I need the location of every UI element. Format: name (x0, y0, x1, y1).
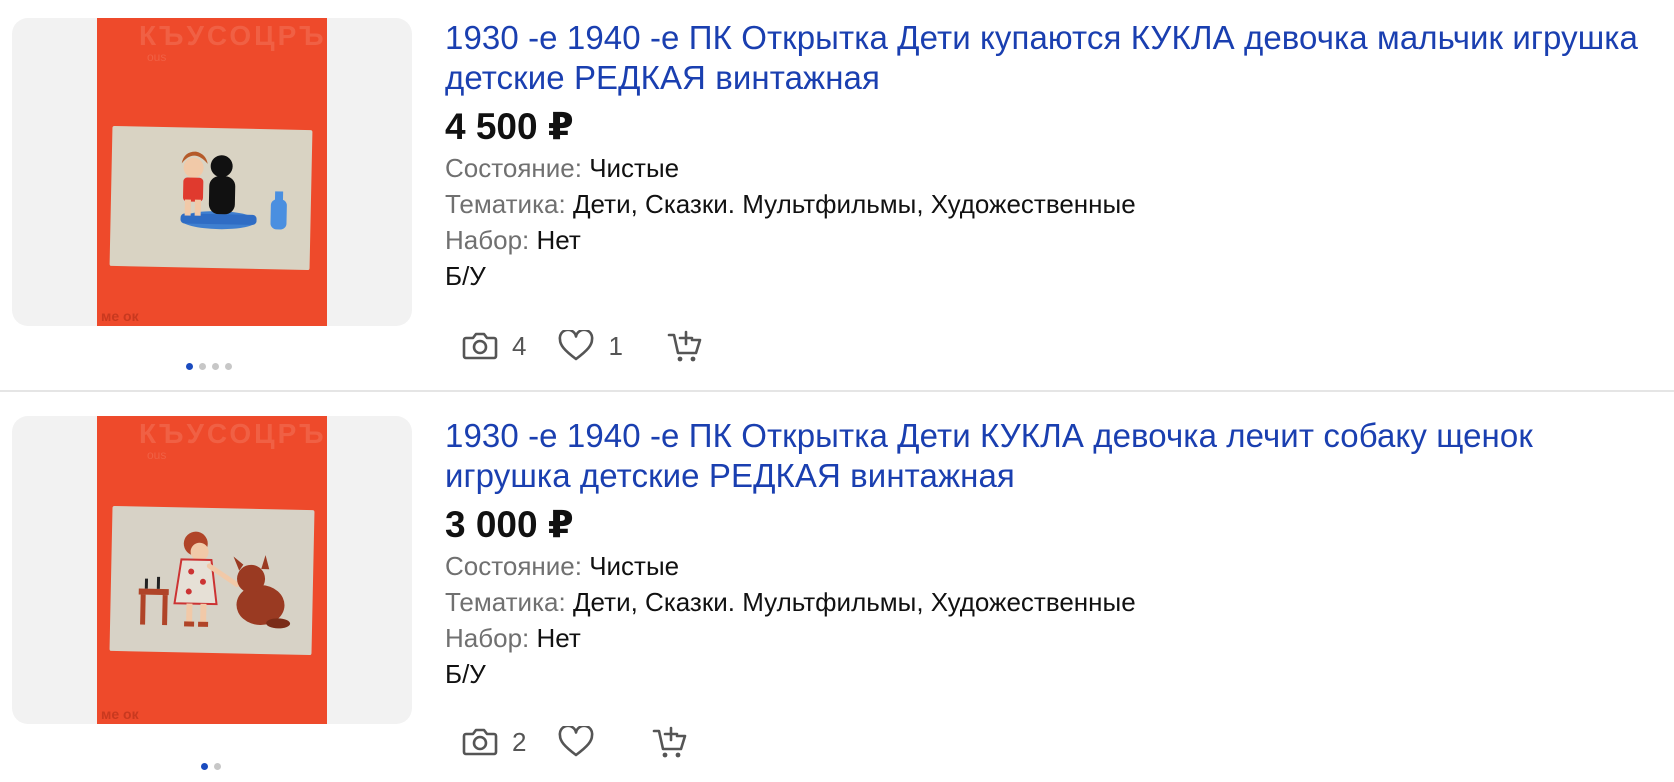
pagination-dot[interactable] (214, 763, 221, 770)
attribute-key: Состояние: (445, 153, 582, 183)
postcard-illustration (138, 531, 291, 629)
attribute-row: Тематика: Дети, Сказки. Мультфильмы, Худ… (445, 186, 1665, 222)
add-to-cart-button[interactable] (667, 329, 703, 363)
pagination-dot[interactable] (201, 763, 208, 770)
listing-info: 1930 -е 1940 -е ПК Открытка Дети КУКЛА д… (445, 416, 1665, 692)
pagination-dot[interactable] (225, 363, 232, 370)
listing-thumbnail[interactable]: КЪУСОЦРЪ ous ме ок (12, 416, 412, 724)
postcard-illustration (180, 151, 287, 230)
pagination-dot[interactable] (212, 363, 219, 370)
pagination-dot[interactable] (186, 363, 193, 370)
attribute-row: Состояние: Чистые (445, 548, 1665, 584)
listing-card: КЪУСОЦРЪ ous ме ок 1930 -е 1940 -е ПК От… (0, 392, 1674, 782)
photo-foot-text: ме ок (101, 308, 139, 324)
listing-card: КЪУСОЦРЪ ous ме ок 1930 -е 1940 -е ПК От… (0, 0, 1674, 392)
photos-button[interactable]: 4 (462, 330, 526, 362)
heart-icon (559, 330, 594, 361)
listing-info: 1930 -е 1940 -е ПК Открытка Дети купаютс… (445, 18, 1665, 294)
photo-foot-text: ме ок (101, 706, 139, 722)
listing-price: 4 500 ₽ (445, 106, 574, 147)
attribute-value: Дети, Сказки. Мультфильмы, Художественны… (572, 189, 1136, 219)
camera-icon (462, 332, 498, 360)
photo-emboss-text: КЪУСОЦРЪ (139, 418, 327, 449)
attribute-key: Тематика: (445, 189, 566, 219)
attribute-row: Набор: Нет (445, 222, 1665, 258)
attribute-key: Состояние: (445, 551, 582, 581)
photo-emboss-subtext: ous (147, 50, 167, 64)
camera-icon (462, 728, 498, 756)
photo-pagination[interactable] (186, 363, 232, 370)
attribute-key: Набор: (445, 623, 530, 653)
pagination-dot[interactable] (199, 363, 206, 370)
photos-button[interactable]: 2 (462, 726, 526, 758)
add-to-cart-icon (667, 330, 702, 362)
photo-emboss-text: КЪУСОЦРЪ (139, 20, 327, 51)
attribute-row: Тематика: Дети, Сказки. Мультфильмы, Худ… (445, 584, 1665, 620)
add-to-cart-icon (653, 726, 687, 758)
heart-icon (559, 726, 594, 757)
attribute-key: Набор: (445, 225, 530, 255)
photos-count: 2 (512, 726, 527, 757)
add-to-cart-button[interactable] (652, 725, 688, 759)
listing-title-link[interactable]: 1930 -е 1940 -е ПК Открытка Дети КУКЛА д… (445, 416, 1665, 496)
favorite-button[interactable]: 1 (558, 330, 623, 362)
likes-count: 1 (608, 330, 623, 361)
attribute-row: Состояние: Чистые (445, 150, 1665, 186)
listing-thumbnail[interactable]: КЪУСОЦРЪ ous ме ок (12, 18, 412, 326)
attribute-value: Чистые (589, 153, 680, 183)
photo-emboss-subtext: ous (147, 448, 167, 462)
listing-photo: КЪУСОЦРЪ ous ме ок (97, 18, 327, 326)
condition-label: Б/У (445, 659, 486, 689)
attribute-value: Нет (536, 225, 581, 255)
attribute-key: Тематика: (445, 587, 566, 617)
condition-label: Б/У (445, 261, 486, 291)
postcard-image (109, 125, 313, 271)
attribute-value: Дети, Сказки. Мультфильмы, Художественны… (572, 587, 1136, 617)
attribute-value: Нет (536, 623, 581, 653)
listing-actions: 4 1 (462, 326, 703, 366)
photo-pagination[interactable] (201, 763, 221, 770)
attribute-value: Чистые (589, 551, 680, 581)
listing-actions: 2 (462, 722, 688, 762)
listing-price: 3 000 ₽ (445, 504, 574, 545)
listing-title-link[interactable]: 1930 -е 1940 -е ПК Открытка Дети купаютс… (445, 18, 1665, 98)
favorite-button[interactable] (558, 726, 608, 758)
listing-photo: КЪУСОЦРЪ ous ме ок (97, 416, 327, 724)
photos-count: 4 (512, 330, 527, 361)
attribute-row: Набор: Нет (445, 620, 1665, 656)
postcard-image (109, 505, 315, 656)
